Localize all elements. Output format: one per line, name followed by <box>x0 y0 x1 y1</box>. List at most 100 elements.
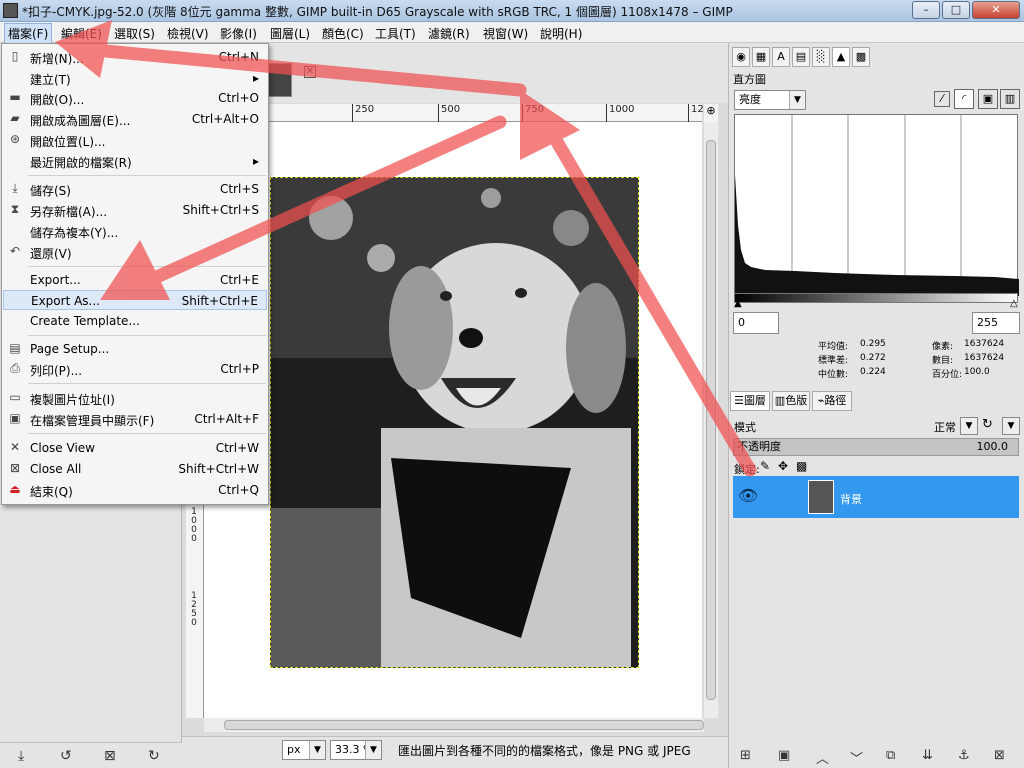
menu-item-export-as[interactable]: Export As... Shift+Ctrl+E <box>3 290 267 310</box>
menu-item-accel: Ctrl+Q <box>218 483 259 497</box>
delete-layer-icon[interactable]: ⊠ <box>994 748 1005 763</box>
menu-item-save[interactable]: ⤓ 儲存(S) Ctrl+S <box>3 179 267 199</box>
dog-photo[interactable] <box>270 177 639 668</box>
menu-item-quit[interactable]: ⏏ 結束(Q) Ctrl+Q <box>3 480 267 500</box>
menu-item-label: 結束(Q) <box>30 485 73 499</box>
menu-item-recent[interactable]: 最近開啟的檔案(R) ▸ <box>3 151 267 171</box>
device-status-tab-icon[interactable]: ▦ <box>752 47 770 67</box>
restore-icon[interactable]: ↺ <box>60 748 72 764</box>
merge-layer-icon[interactable]: ⇊ <box>922 748 933 763</box>
menu-item-page-setup[interactable]: ▤ Page Setup... <box>3 339 267 359</box>
ruler-label: 250 <box>352 104 374 122</box>
selection-editor-tab-icon[interactable]: ▩ <box>852 47 870 67</box>
menu-item-new[interactable]: ▯ 新增(N)... Ctrl+N <box>3 47 267 67</box>
undo-history-tab-icon[interactable]: A <box>772 47 790 67</box>
tab-paths[interactable]: ⌁路徑 <box>812 391 852 411</box>
menu-item-open-as-layers[interactable]: ▰ 開啟成為圖層(E)... Ctrl+Alt+O <box>3 109 267 129</box>
menu-view[interactable]: 檢視(V) <box>167 25 209 42</box>
menu-item-print[interactable]: ⎙ 列印(P)... Ctrl+P <box>3 359 267 379</box>
menu-windows[interactable]: 視窗(W) <box>483 25 528 42</box>
menu-item-close-view[interactable]: ✕ Close View Ctrl+W <box>3 438 267 458</box>
submenu-arrow-icon: ▸ <box>252 154 259 168</box>
layer-thumbnail <box>808 480 834 514</box>
vertical-scrollbar-thumb[interactable] <box>706 140 716 700</box>
menu-item-open-location[interactable]: ⊛ 開啟位置(L)... <box>3 130 267 150</box>
menu-item-save-copy[interactable]: 儲存為複本(Y)... <box>3 221 267 241</box>
menu-item-label: 新增(N)... <box>30 52 84 66</box>
lock-pixels-icon[interactable]: ✎ <box>760 459 770 473</box>
raise-layer-icon[interactable]: ︿ <box>816 748 829 767</box>
minimize-button[interactable]: – <box>912 1 940 19</box>
range-high-input[interactable]: 255 <box>972 312 1020 334</box>
delete-icon[interactable]: ⊠ <box>104 748 116 764</box>
new-layer-icon[interactable]: ⊞ <box>740 748 751 763</box>
menu-item-label: 在檔案管理員中顯示(F) <box>30 414 155 428</box>
channel-select[interactable]: 亮度 ▼ <box>734 90 806 110</box>
tab-channels-label: 色版 <box>785 394 808 407</box>
new-layer-group-icon[interactable]: ▣ <box>778 748 790 763</box>
image-tab-thumbnail[interactable] <box>268 63 292 97</box>
unit-value: px <box>287 743 301 756</box>
menu-item-copy-location[interactable]: ▭ 複製圖片位址(I) <box>3 388 267 408</box>
copy-location-icon: ▭ <box>9 390 21 404</box>
images-tab-icon[interactable]: ▤ <box>792 47 810 67</box>
location-icon: ⊛ <box>9 132 21 146</box>
log-histogram-icon[interactable]: ◜ <box>954 89 974 109</box>
lower-layer-icon[interactable]: ﹀ <box>850 748 863 767</box>
mode-reset-icon[interactable]: ↻ <box>982 417 993 432</box>
maximize-button[interactable]: □ <box>942 1 970 19</box>
menu-item-export[interactable]: Export... Ctrl+E <box>3 270 267 290</box>
horizontal-scrollbar-thumb[interactable] <box>224 720 704 730</box>
menu-item-accel: Ctrl+Alt+O <box>191 112 259 126</box>
layer-name[interactable]: 背景 <box>840 491 862 507</box>
menu-item-create-template[interactable]: Create Template... <box>3 311 267 331</box>
menu-colors[interactable]: 顏色(C) <box>322 25 364 42</box>
mode-menu-icon[interactable]: ▼ <box>1002 417 1020 435</box>
histogram-rgb-icon[interactable]: ▥ <box>1000 89 1020 109</box>
layer-row[interactable] <box>733 476 1019 518</box>
menu-tools[interactable]: 工具(T) <box>375 25 416 42</box>
opacity-slider[interactable]: 不透明度 100.0 <box>733 438 1019 456</box>
lock-alpha-icon[interactable]: ▩ <box>796 459 807 473</box>
menu-edit[interactable]: 編輯(E) <box>61 25 102 42</box>
save-preset-icon[interactable]: ⤓ <box>18 748 24 764</box>
menu-image[interactable]: 影像(I) <box>220 25 257 42</box>
range-low-input[interactable]: 0 <box>733 312 779 334</box>
menu-select[interactable]: 選取(S) <box>114 25 155 42</box>
histogram-view-icon[interactable]: ▣ <box>978 89 998 109</box>
histogram-tab-icon[interactable]: ▲ <box>832 47 850 67</box>
menu-item-revert[interactable]: ↶ 還原(V) <box>3 242 267 262</box>
tab-channels[interactable]: ▥色版 <box>772 391 810 411</box>
tool-options-tab-icon[interactable]: ◉ <box>732 47 750 67</box>
zoom-select[interactable]: 33.3 % ▼ <box>330 740 382 760</box>
visibility-eye-icon[interactable]: 👁 <box>738 486 758 505</box>
image-tab-close-icon[interactable]: ✕ <box>304 66 316 78</box>
menu-item-close-all[interactable]: ⊠ Close All Shift+Ctrl+W <box>3 459 267 479</box>
menu-item-show-in-file-manager[interactable]: ▣ 在檔案管理員中顯示(F) Ctrl+Alt+F <box>3 409 267 429</box>
unit-select[interactable]: px ▼ <box>282 740 326 760</box>
menu-item-create[interactable]: 建立(T) ▸ <box>3 68 267 88</box>
low-range-handle-icon[interactable]: ▲ <box>734 298 742 309</box>
menu-layer[interactable]: 圖層(L) <box>270 25 310 42</box>
pointer-tab-icon[interactable]: ░ <box>812 47 830 67</box>
stat-label: 數目: <box>932 356 954 366</box>
menu-help[interactable]: 說明(H) <box>540 25 582 42</box>
reset-icon[interactable]: ↻ <box>148 748 160 764</box>
mode-dropdown-icon[interactable]: ▼ <box>960 417 978 435</box>
menu-item-open[interactable]: ▬ 開啟(O)... Ctrl+O <box>3 88 267 108</box>
menu-separator <box>28 175 266 176</box>
lock-position-icon[interactable]: ✥ <box>778 459 788 473</box>
zoom-navigate-icon[interactable]: ⊕ <box>704 104 718 122</box>
mode-value[interactable]: 正常 <box>934 419 956 435</box>
tab-layers[interactable]: ☰圖層 <box>730 391 770 411</box>
menu-filters[interactable]: 濾鏡(R) <box>428 25 470 42</box>
linear-histogram-icon[interactable]: ⁄ <box>934 91 950 107</box>
histogram-graph[interactable] <box>734 114 1019 297</box>
duplicate-layer-icon[interactable]: ⧉ <box>886 748 895 763</box>
close-button[interactable]: ✕ <box>972 1 1020 19</box>
menu-item-save-as[interactable]: ⧗ 另存新檔(A)... Shift+Ctrl+S <box>3 200 267 220</box>
menu-file[interactable]: 檔案(F) <box>4 23 53 44</box>
menu-item-accel: Ctrl+S <box>219 182 259 196</box>
high-range-handle-icon[interactable]: △ <box>1010 298 1018 309</box>
anchor-layer-icon[interactable]: ⚓ <box>958 748 970 763</box>
